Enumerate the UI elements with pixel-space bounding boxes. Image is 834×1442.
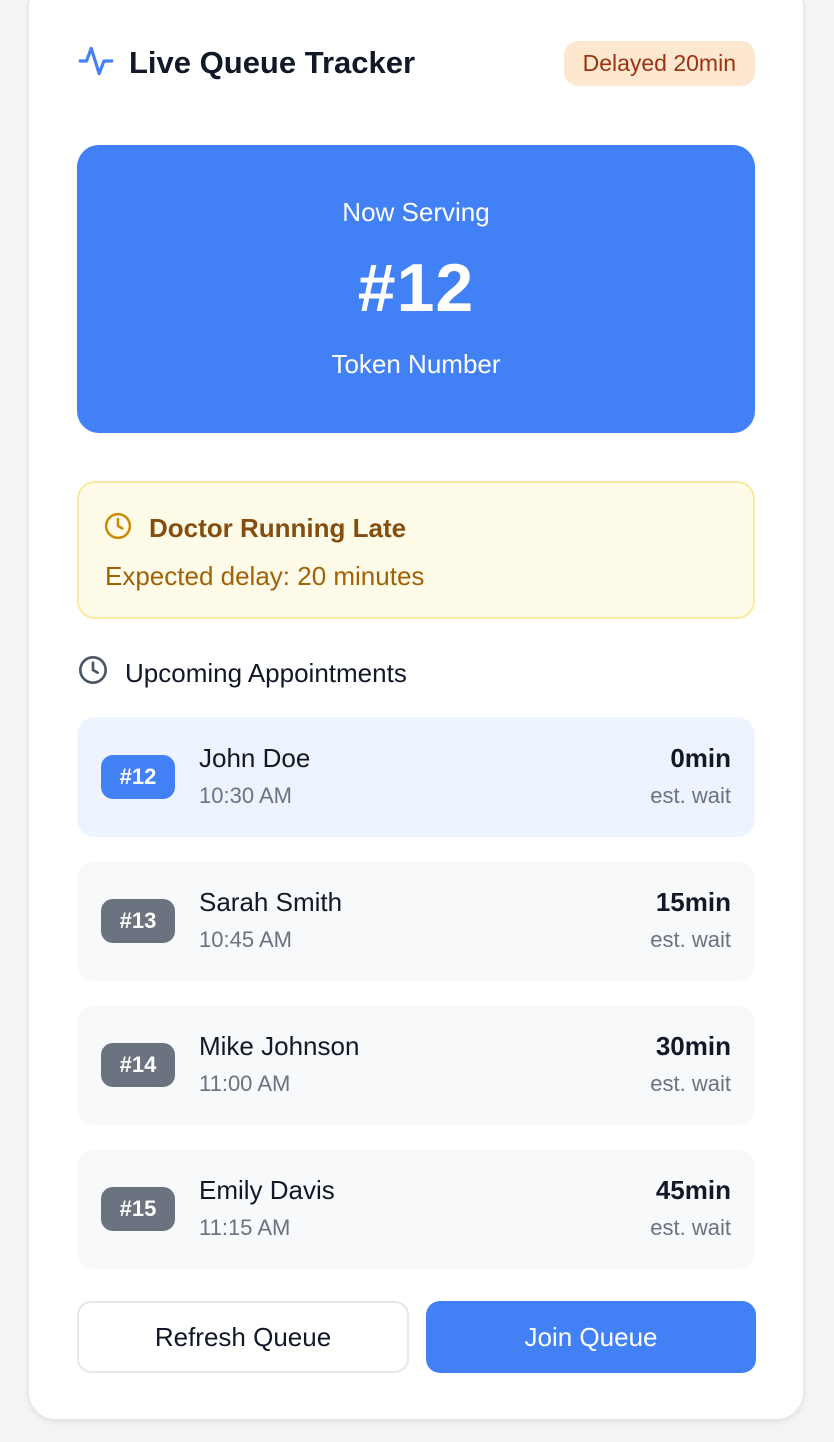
wait-label: est. wait: [650, 783, 731, 808]
alert-message: Expected delay: 20 minutes: [105, 561, 425, 591]
wait-time: 45min: [655, 1175, 731, 1205]
patient-name: John Doe: [199, 743, 311, 773]
token-badge: #14: [101, 1043, 175, 1087]
status-badge: Delayed 20min: [563, 40, 755, 86]
appointment-row[interactable]: #15 Emily Davis 11:15 AM 45min est. wait: [77, 1149, 755, 1269]
page-title: Live Queue Tracker: [129, 45, 416, 80]
delay-alert: Doctor Running Late Expected delay: 20 m…: [77, 481, 755, 619]
wait-label: est. wait: [650, 927, 731, 952]
wait-time: 15min: [655, 887, 731, 917]
upcoming-header: Upcoming Appointments: [77, 655, 755, 691]
appointment-time: 10:45 AM: [199, 927, 292, 952]
now-serving-panel: Now Serving #12 Token Number: [77, 145, 755, 433]
appointment-time: 10:30 AM: [199, 783, 292, 808]
token-number-label: Token Number: [331, 349, 501, 379]
wait-time: 0min: [670, 743, 731, 773]
appointment-time: 11:00 AM: [199, 1071, 291, 1096]
title-group: Live Queue Tracker: [77, 42, 415, 85]
patient-name: Emily Davis: [199, 1175, 335, 1205]
refresh-queue-button[interactable]: Refresh Queue: [77, 1301, 409, 1373]
patient-name: Mike Johnson: [199, 1031, 360, 1061]
wait-label: est. wait: [650, 1215, 731, 1240]
clock-icon: [103, 511, 133, 546]
now-serving-label: Now Serving: [342, 197, 490, 227]
clock-icon: [77, 654, 109, 693]
wait-label: est. wait: [650, 1071, 731, 1096]
upcoming-title: Upcoming Appointments: [125, 657, 407, 688]
join-queue-button[interactable]: Join Queue: [426, 1301, 756, 1373]
appointment-row[interactable]: #12 John Doe 10:30 AM 0min est. wait: [77, 717, 755, 837]
queue-card: Live Queue Tracker Delayed 20min Now Ser…: [28, 0, 804, 1420]
patient-name: Sarah Smith: [199, 887, 343, 917]
appointment-time: 11:15 AM: [199, 1215, 291, 1240]
now-serving-number: #12: [357, 250, 475, 326]
token-badge: #13: [101, 899, 175, 943]
token-badge: #15: [101, 1187, 175, 1231]
token-badge: #12: [101, 755, 175, 799]
wait-time: 30min: [655, 1031, 731, 1061]
activity-icon: [77, 42, 115, 85]
card-header: Live Queue Tracker Delayed 20min: [77, 40, 755, 86]
appointment-row[interactable]: #13 Sarah Smith 10:45 AM 15min est. wait: [77, 861, 755, 981]
appointment-row[interactable]: #14 Mike Johnson 11:00 AM 30min est. wai…: [77, 1005, 755, 1125]
alert-title: Doctor Running Late: [149, 513, 407, 543]
